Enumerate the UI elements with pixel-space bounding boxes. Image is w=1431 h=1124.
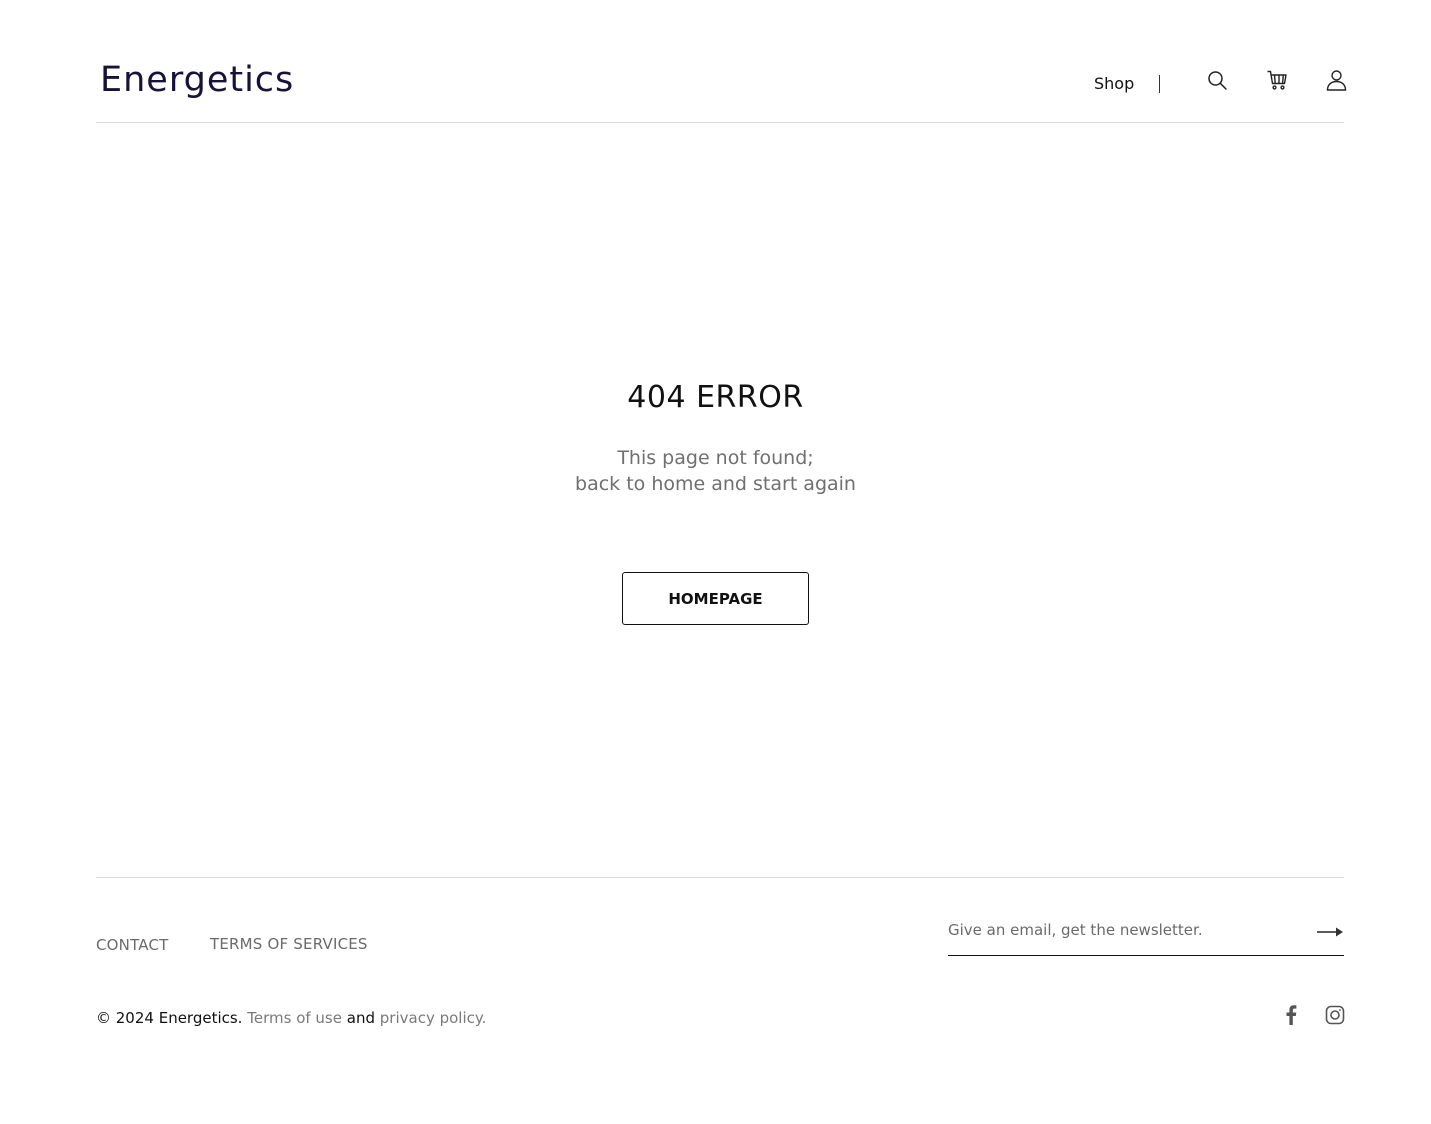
error-message-line-2: back to home and start again — [575, 473, 856, 495]
cart-icon[interactable] — [1265, 68, 1289, 92]
site-header: Energetics Shop — [96, 56, 1346, 123]
error-message: This page not found; back to home and st… — [0, 445, 1431, 497]
newsletter-form — [948, 914, 1344, 956]
copyright-text: © 2024 Energetics. Terms of use and priv… — [96, 1009, 486, 1027]
page-title: 404 ERROR — [627, 380, 804, 415]
site-footer: CONTACT TERMS OF SERVICES © 2024 Energet… — [96, 877, 1346, 1077]
terms-of-use-link[interactable]: Terms of use — [247, 1009, 342, 1027]
footer-link-terms[interactable]: TERMS OF SERVICES — [210, 935, 368, 953]
copyright-and: and — [346, 1009, 375, 1027]
copyright-prefix: © 2024 Energetics. — [96, 1009, 243, 1027]
homepage-button[interactable]: HOMEPAGE — [622, 572, 809, 625]
privacy-policy-link[interactable]: privacy policy. — [380, 1009, 487, 1027]
error-message-line-1: This page not found; — [617, 447, 814, 469]
nav-link-shop[interactable]: Shop — [1094, 74, 1134, 93]
footer-link-contact[interactable]: CONTACT — [96, 936, 169, 954]
facebook-icon[interactable] — [1280, 1004, 1302, 1026]
instagram-icon[interactable] — [1324, 1004, 1346, 1026]
arrow-right-icon[interactable] — [1316, 922, 1344, 942]
newsletter-email-input[interactable] — [948, 914, 1308, 946]
user-icon[interactable] — [1324, 68, 1348, 92]
nav-divider — [1159, 75, 1160, 93]
search-icon[interactable] — [1205, 68, 1229, 92]
page: Energetics Shop 404 ERROR This page not … — [0, 0, 1431, 1124]
main-content: 404 ERROR This page not found; back to h… — [0, 123, 1431, 877]
brand-logo[interactable]: Energetics — [100, 60, 294, 100]
